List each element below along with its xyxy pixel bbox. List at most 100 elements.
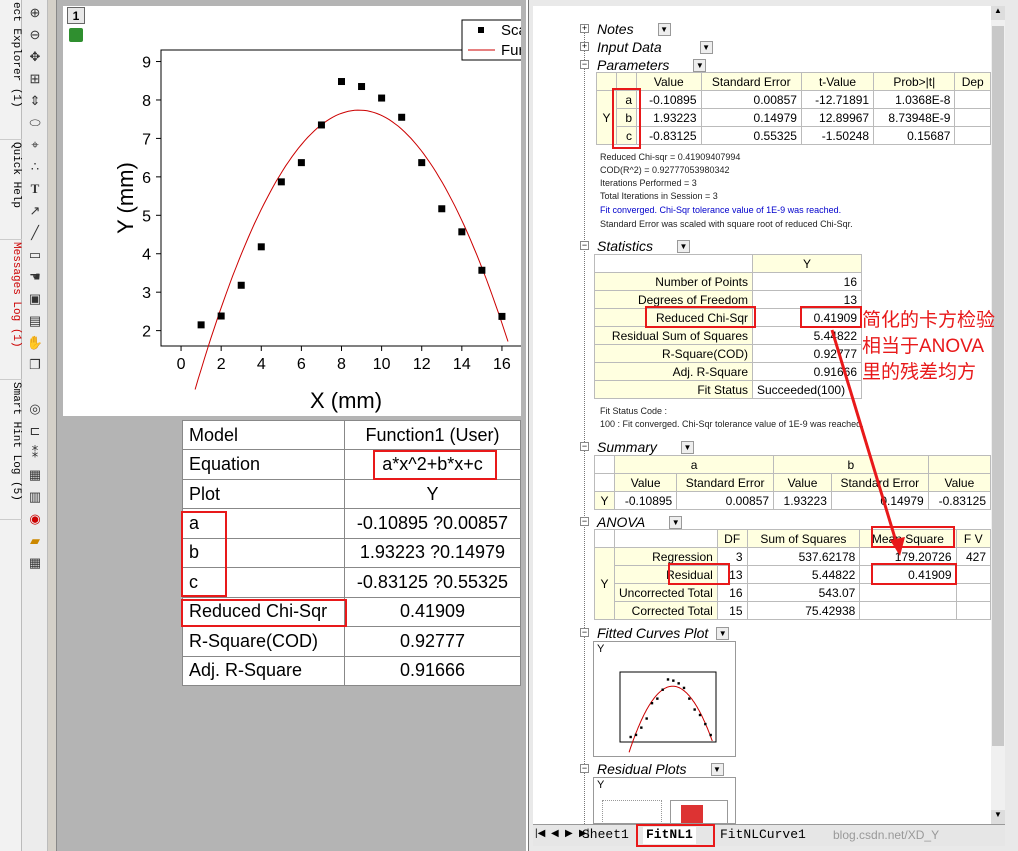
scroll-thumb[interactable] bbox=[992, 26, 1004, 746]
layer-number-badge[interactable]: 1 bbox=[67, 7, 85, 24]
rescale-icon[interactable]: ⇕ bbox=[25, 92, 45, 110]
scroll-down-icon[interactable]: ▼ bbox=[991, 810, 1005, 824]
summary-section[interactable]: Summary ▼ bbox=[597, 439, 694, 455]
hand-icon[interactable]: ☚ bbox=[25, 268, 45, 286]
annotate-icon[interactable]: ⁑ bbox=[25, 444, 45, 462]
residual-thumbnail[interactable]: Y bbox=[593, 777, 736, 824]
splitter[interactable] bbox=[48, 0, 56, 851]
table-icon[interactable]: ▥ bbox=[25, 488, 45, 506]
line-tool-icon[interactable]: ╱ bbox=[25, 224, 45, 242]
result-value: 1.93223 ?0.14979 bbox=[343, 537, 522, 569]
x-tick-label: 8 bbox=[337, 356, 346, 373]
data-point bbox=[358, 83, 366, 91]
region-icon[interactable]: ▣ bbox=[25, 290, 45, 308]
input-data-section[interactable]: Input Data ▼ bbox=[597, 39, 713, 55]
residual-plots-section[interactable]: Residual Plots ▼ bbox=[597, 761, 724, 777]
anova-value: 75.42938 bbox=[746, 601, 861, 620]
anova-value: 16 bbox=[716, 583, 748, 602]
param-t: -1.50248 bbox=[800, 126, 875, 145]
messages-log-tab[interactable]: Messages Log (1) bbox=[0, 240, 22, 380]
zoom-in-icon[interactable]: ⊕ bbox=[25, 4, 45, 22]
y-tick-label: 6 bbox=[142, 170, 151, 187]
draw-icon[interactable]: ✋ bbox=[25, 334, 45, 352]
vertical-scrollbar[interactable]: ▲ ▼ bbox=[991, 6, 1005, 824]
rectangle-tool-icon[interactable]: ▭ bbox=[25, 246, 45, 264]
collapse-icon[interactable]: − bbox=[580, 764, 589, 773]
smart-hint-log-tab[interactable]: Smart Hint Log (5) bbox=[0, 380, 22, 520]
plot-frame bbox=[619, 671, 717, 743]
collapse-icon[interactable]: − bbox=[580, 628, 589, 637]
data-point bbox=[677, 682, 680, 685]
pan-icon[interactable]: ✥ bbox=[25, 48, 45, 66]
dropdown-icon[interactable]: ▼ bbox=[677, 239, 691, 253]
tab-prev-icon[interactable]: ◀ bbox=[551, 828, 559, 839]
dropdown-icon[interactable]: ▼ bbox=[716, 626, 730, 640]
thumbnail-label: Y bbox=[597, 779, 605, 791]
project-explorer-tab[interactable]: ect Explorer (1) bbox=[0, 0, 22, 140]
data-point bbox=[418, 159, 426, 167]
text-tool-icon[interactable]: T bbox=[25, 180, 45, 198]
data-point bbox=[197, 321, 205, 329]
thumbnail-chart bbox=[619, 671, 717, 753]
y-tick-label: 7 bbox=[142, 131, 151, 148]
collapse-icon[interactable]: − bbox=[580, 517, 589, 526]
column-header: Value bbox=[613, 473, 678, 492]
scatter-icon[interactable]: ∴ bbox=[25, 158, 45, 176]
anova-section[interactable]: ANOVA ▼ bbox=[597, 514, 683, 530]
y-tick-label: 5 bbox=[142, 208, 151, 225]
lock-icon[interactable] bbox=[69, 28, 83, 42]
scroll-up-icon[interactable]: ▲ bbox=[991, 6, 1005, 20]
grid-icon[interactable]: ▦ bbox=[25, 466, 45, 484]
anova-value: 427 bbox=[955, 547, 992, 566]
expand-icon[interactable]: + bbox=[580, 42, 589, 51]
result-value: 0.92777 bbox=[343, 626, 522, 657]
result-value: Y bbox=[343, 478, 522, 510]
x-tick-label: 12 bbox=[413, 356, 431, 373]
y-tick-label: 8 bbox=[142, 93, 151, 110]
param-value: 1.93223 bbox=[636, 108, 702, 127]
dropdown-icon[interactable]: ▼ bbox=[680, 440, 694, 454]
dropdown-icon[interactable]: ▼ bbox=[710, 762, 724, 776]
tab-sheet1[interactable]: Sheet1 bbox=[579, 827, 632, 844]
row-group-label: Y bbox=[594, 547, 615, 620]
mask-icon[interactable]: ▤ bbox=[25, 312, 45, 330]
arrow-tool-icon[interactable]: ↗ bbox=[25, 202, 45, 220]
quick-help-tab[interactable]: Quick Help bbox=[0, 140, 22, 240]
statistics-section[interactable]: Statistics ▼ bbox=[597, 238, 691, 254]
dropdown-icon[interactable]: ▼ bbox=[693, 58, 707, 72]
scatter-fit-chart[interactable]: 0 2 4 6 8 10 12 14 16 2 3 4 5 6 7 8 9 Sca Fur X (mm) Y (mm) bbox=[63, 6, 533, 416]
y-tick-label: 3 bbox=[142, 285, 151, 302]
tab-first-icon[interactable]: |◀ bbox=[535, 828, 545, 839]
param-prob: 0.15687 bbox=[873, 126, 956, 145]
data-point bbox=[297, 159, 305, 167]
parameters-section[interactable]: Parameters ▼ bbox=[597, 57, 707, 73]
collapse-icon[interactable]: − bbox=[580, 60, 589, 69]
column-header: Standard Error bbox=[700, 72, 802, 91]
tab-fitnlcurve1[interactable]: FitNLCurve1 bbox=[717, 827, 809, 844]
layer-icon[interactable]: ❐ bbox=[25, 356, 45, 374]
fitted-curve-thumbnail[interactable]: Y bbox=[593, 641, 736, 757]
circle-tool-icon[interactable]: ◎ bbox=[25, 400, 45, 418]
table-row: R-Square(COD) 0.92777 bbox=[182, 626, 522, 657]
dropdown-icon[interactable]: ▼ bbox=[699, 40, 713, 54]
expand-icon[interactable]: + bbox=[580, 24, 589, 33]
tab-next-icon[interactable]: ▶ bbox=[565, 828, 573, 839]
dropdown-icon[interactable]: ▼ bbox=[669, 515, 683, 529]
data-point bbox=[498, 312, 506, 320]
record-icon[interactable]: ◉ bbox=[25, 510, 45, 528]
collapse-icon[interactable]: − bbox=[580, 241, 589, 250]
worksheet-icon[interactable]: ▦ bbox=[25, 554, 45, 572]
zoom-out-icon[interactable]: ⊖ bbox=[25, 26, 45, 44]
folder-icon[interactable]: ▰ bbox=[25, 532, 45, 550]
scale-icon[interactable]: ⊞ bbox=[25, 70, 45, 88]
residual-scatter-thumb bbox=[602, 800, 662, 823]
dropdown-icon[interactable]: ▼ bbox=[657, 22, 671, 36]
param-se: 0.55325 bbox=[700, 126, 802, 145]
fitted-curves-section[interactable]: Fitted Curves Plot ▼ bbox=[597, 625, 730, 641]
data-reader-icon[interactable]: ⌖ bbox=[25, 136, 45, 154]
rotate-icon[interactable]: ⬭ bbox=[25, 114, 45, 132]
bracket-icon[interactable]: ⊏ bbox=[25, 422, 45, 440]
notes-section[interactable]: Notes ▼ bbox=[597, 21, 671, 37]
collapse-icon[interactable]: − bbox=[580, 442, 589, 451]
stat-value: 5.44822 bbox=[752, 326, 862, 345]
